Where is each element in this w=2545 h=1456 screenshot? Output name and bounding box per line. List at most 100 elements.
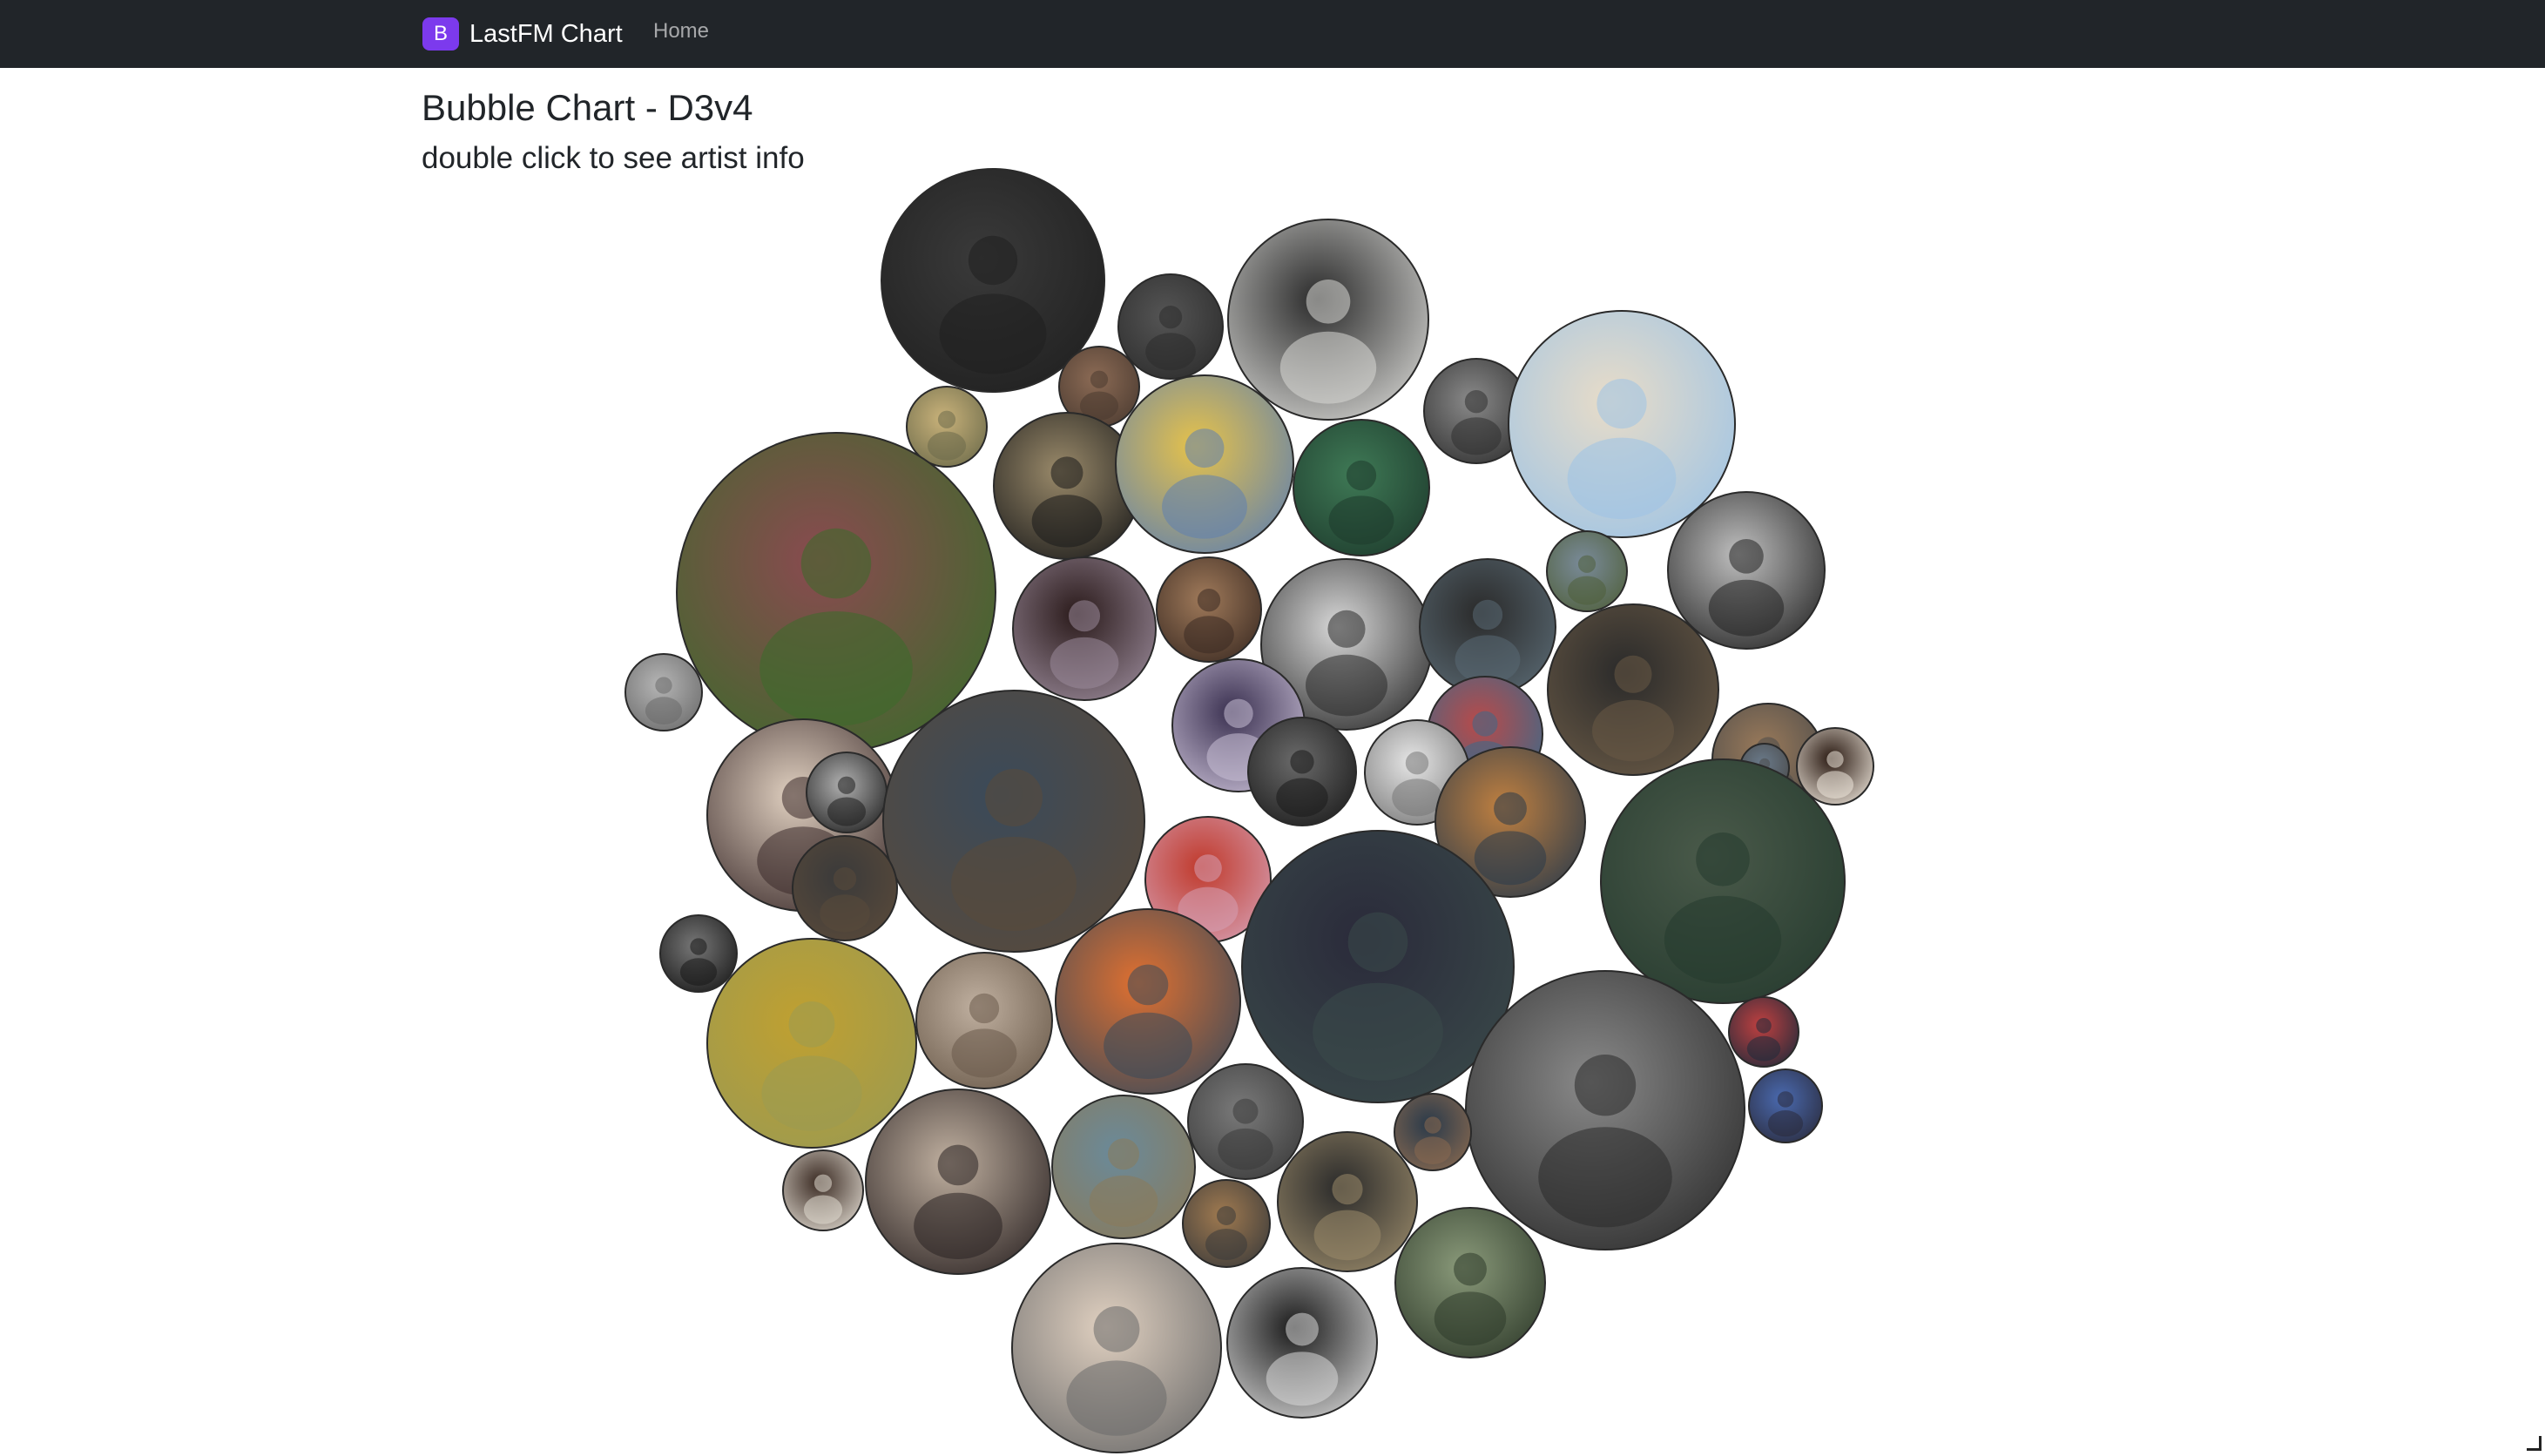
artist-bubble[interactable] bbox=[1115, 374, 1294, 554]
artist-bubble[interactable] bbox=[1508, 310, 1736, 538]
artist-silhouette-body bbox=[1746, 1035, 1781, 1062]
artist-bubble[interactable] bbox=[1547, 603, 1719, 776]
artist-bubble[interactable] bbox=[1051, 1095, 1196, 1239]
artist-bubble[interactable] bbox=[865, 1089, 1051, 1275]
artist-silhouette-head bbox=[985, 769, 1043, 826]
artist-silhouette-body bbox=[761, 1055, 862, 1131]
artist-silhouette-head bbox=[1090, 370, 1109, 388]
artist-silhouette-head bbox=[1185, 428, 1225, 468]
artist-bubble[interactable] bbox=[1241, 830, 1515, 1103]
artist-silhouette-head bbox=[1286, 1312, 1319, 1346]
artist-bubble[interactable] bbox=[1419, 558, 1556, 696]
artist-bubble[interactable] bbox=[1011, 1243, 1222, 1453]
artist-silhouette-head bbox=[1472, 711, 1498, 737]
artist-silhouette-body bbox=[1050, 637, 1119, 689]
artist-bubble[interactable] bbox=[1187, 1063, 1304, 1180]
artist-bubble[interactable] bbox=[1600, 758, 1846, 1004]
artist-silhouette-body bbox=[1767, 1110, 1804, 1137]
artist-silhouette-head bbox=[1158, 306, 1183, 329]
artist-silhouette-head bbox=[968, 235, 1018, 286]
artist-silhouette-body bbox=[645, 697, 683, 725]
artist-silhouette-head bbox=[1306, 280, 1351, 324]
artist-silhouette-head bbox=[1574, 1055, 1637, 1116]
artist-silhouette-head bbox=[1826, 751, 1844, 768]
artist-bubble[interactable] bbox=[1247, 717, 1357, 826]
artist-bubble[interactable] bbox=[1277, 1131, 1418, 1272]
artist-silhouette-body bbox=[679, 958, 718, 986]
artist-bubble[interactable] bbox=[1394, 1207, 1546, 1358]
artist-silhouette-head bbox=[1777, 1091, 1794, 1108]
artist-bubble[interactable] bbox=[624, 653, 703, 731]
artist-bubble[interactable] bbox=[706, 938, 917, 1149]
artist-bubble[interactable] bbox=[792, 835, 898, 941]
artist-silhouette-head bbox=[1597, 379, 1647, 429]
artist-silhouette-head bbox=[1464, 390, 1489, 414]
artist-silhouette-head bbox=[1050, 456, 1083, 489]
artist-silhouette-head bbox=[655, 677, 672, 694]
artist-silhouette-body bbox=[820, 894, 870, 933]
artist-silhouette-body bbox=[1538, 1127, 1672, 1228]
artist-bubble[interactable] bbox=[906, 386, 988, 468]
artist-bubble[interactable] bbox=[882, 690, 1145, 953]
artist-silhouette-body bbox=[1276, 778, 1328, 818]
artist-bubble[interactable] bbox=[1546, 530, 1628, 612]
artist-bubble[interactable] bbox=[676, 432, 996, 752]
artist-silhouette-head bbox=[1347, 912, 1408, 973]
artist-silhouette-body bbox=[1664, 895, 1782, 984]
artist-silhouette-body bbox=[939, 293, 1047, 374]
artist-bubble[interactable] bbox=[1227, 219, 1429, 421]
artist-silhouette-body bbox=[759, 610, 913, 726]
artist-silhouette-head bbox=[1696, 832, 1750, 886]
artist-silhouette-head bbox=[813, 1174, 833, 1192]
artist-silhouette-head bbox=[1454, 1252, 1487, 1286]
artist-silhouette-head bbox=[833, 867, 857, 891]
artist-bubble[interactable] bbox=[1728, 996, 1799, 1068]
artist-bubble[interactable] bbox=[1796, 727, 1874, 806]
resize-corner-icon bbox=[2527, 1436, 2542, 1451]
artist-silhouette-head bbox=[788, 1001, 835, 1048]
artist-bubble[interactable] bbox=[806, 752, 888, 833]
artist-silhouette-head bbox=[1068, 600, 1101, 632]
artist-bubble[interactable] bbox=[915, 952, 1053, 1089]
artist-silhouette-head bbox=[1472, 599, 1503, 630]
artist-bubble[interactable] bbox=[1293, 419, 1430, 556]
artist-silhouette-body bbox=[1708, 579, 1785, 637]
artist-silhouette-body bbox=[1451, 417, 1502, 455]
artist-bubble[interactable] bbox=[1156, 556, 1262, 663]
artist-bubble[interactable] bbox=[1667, 491, 1826, 650]
artist-silhouette-body bbox=[1567, 576, 1607, 605]
artist-bubble[interactable] bbox=[782, 1149, 864, 1231]
artist-silhouette-body bbox=[1218, 1128, 1273, 1170]
artist-bubble[interactable] bbox=[1182, 1179, 1271, 1268]
artist-silhouette-body bbox=[1434, 1291, 1507, 1346]
artist-bubble[interactable] bbox=[1117, 273, 1224, 380]
artist-silhouette-body bbox=[1567, 437, 1677, 520]
artist-bubble[interactable] bbox=[659, 914, 738, 993]
artist-silhouette-head bbox=[1232, 1098, 1259, 1124]
bubble-chart-svg bbox=[624, 168, 1874, 1453]
artist-bubble[interactable] bbox=[1055, 908, 1241, 1095]
artist-silhouette-head bbox=[1194, 854, 1222, 882]
artist-silhouette-body bbox=[1184, 616, 1234, 654]
artist-silhouette-head bbox=[1217, 1206, 1236, 1225]
artist-silhouette-head bbox=[1127, 964, 1169, 1006]
artist-silhouette-body bbox=[1328, 495, 1394, 545]
artist-bubble[interactable] bbox=[1226, 1267, 1378, 1419]
artist-silhouette-head bbox=[1107, 1138, 1140, 1170]
artist-silhouette-body bbox=[1313, 982, 1443, 1082]
artist-bubble[interactable] bbox=[1012, 556, 1157, 701]
artist-silhouette-head bbox=[1494, 792, 1527, 826]
artist-silhouette-head bbox=[1197, 589, 1221, 612]
artist-silhouette-head bbox=[800, 528, 872, 599]
artist-silhouette-head bbox=[1290, 750, 1314, 774]
artist-silhouette-body bbox=[1031, 495, 1103, 548]
bubble-chart bbox=[0, 0, 2545, 1456]
artist-silhouette-head bbox=[690, 938, 707, 955]
artist-silhouette-body bbox=[1104, 1012, 1192, 1080]
artist-bubble[interactable] bbox=[1394, 1093, 1472, 1171]
artist-silhouette-head bbox=[837, 776, 856, 794]
artist-bubble[interactable] bbox=[1465, 970, 1745, 1250]
artist-silhouette-head bbox=[1224, 698, 1253, 729]
artist-bubble[interactable] bbox=[1748, 1068, 1823, 1143]
artist-silhouette-body bbox=[1313, 1210, 1381, 1261]
